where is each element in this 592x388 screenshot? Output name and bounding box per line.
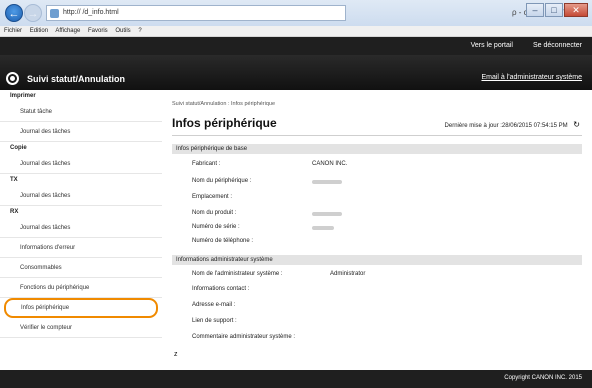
copyright: Copyright CANON INC. 2015 bbox=[504, 375, 582, 381]
serial-number-label: Numéro de série : bbox=[192, 224, 240, 230]
sidebar-item-check-counter[interactable]: Vérifier le compteur bbox=[0, 318, 162, 338]
menu-fichier[interactable]: Fichier bbox=[4, 28, 22, 34]
menu-help[interactable]: ? bbox=[138, 28, 141, 34]
portal-link[interactable]: Vers le portail bbox=[471, 42, 513, 49]
app-title: Suivi statut/Annulation bbox=[6, 72, 125, 85]
page-footer: Copyright CANON INC. 2015 bbox=[0, 370, 592, 388]
forward-icon[interactable]: → bbox=[24, 4, 42, 22]
window-controls: – □ ✕ bbox=[526, 3, 588, 17]
app-title-text: Suivi statut/Annulation bbox=[27, 73, 125, 84]
product-name-redacted bbox=[312, 212, 342, 216]
manufacturer-value: CANON INC. bbox=[312, 161, 348, 167]
manufacturer-label: Fabricant : bbox=[192, 161, 221, 167]
last-update-text: Dernière mise à jour :28/06/2015 07:54:1… bbox=[444, 123, 568, 129]
email-label: Adresse e-mail : bbox=[192, 302, 236, 308]
menu-favoris[interactable]: Favoris bbox=[88, 28, 108, 34]
sidebar-item-device-info[interactable]: Infos périphérique bbox=[4, 298, 158, 318]
contact-info-label: Informations contact : bbox=[192, 286, 250, 292]
browser-menubar: Fichier Edition Affichage Favoris Outils… bbox=[0, 26, 592, 37]
back-icon[interactable]: ← bbox=[5, 4, 23, 22]
close-icon[interactable]: ✕ bbox=[564, 3, 588, 17]
basic-info-header: Infos périphérique de base bbox=[172, 144, 582, 154]
title-divider bbox=[172, 135, 582, 136]
admin-comment-label: Commentaire administrateur système : bbox=[192, 334, 296, 340]
sidebar-item-consumables[interactable]: Consommables bbox=[0, 258, 162, 278]
sidebar-item-statut-tache[interactable]: Statut tâche bbox=[0, 102, 162, 122]
admin-info-header: Informations administrateur système bbox=[172, 255, 582, 265]
device-name-label: Nom du périphérique : bbox=[192, 178, 252, 184]
page-title: Infos périphérique bbox=[172, 116, 277, 130]
admin-name-label: Nom de l'administrateur système : bbox=[192, 271, 283, 277]
sidebar-section-imprimer: Imprimer bbox=[10, 93, 36, 99]
product-name-label: Nom du produit : bbox=[192, 210, 237, 216]
menu-affichage[interactable]: Affichage bbox=[55, 28, 80, 34]
support-link-label: Lien de support : bbox=[192, 318, 237, 324]
admin-name-value: Administrator bbox=[330, 271, 366, 277]
address-bar[interactable]: http:// /d_info.html bbox=[46, 5, 346, 21]
device-name-redacted bbox=[312, 180, 342, 184]
menu-outils[interactable]: Outils bbox=[115, 28, 130, 34]
sidebar-section-rx: RX bbox=[10, 209, 19, 215]
phone-number-label: Numéro de téléphone : bbox=[192, 238, 254, 244]
main-content: Suivi statut/Annulation : Infos périphér… bbox=[162, 90, 592, 370]
sidebar-item-device-functions[interactable]: Fonctions du périphérique bbox=[0, 278, 162, 298]
sidebar-item-rx-journal[interactable]: Journal des tâches bbox=[0, 218, 162, 238]
app-header: Vers le portail Se déconnecter Suivi sta… bbox=[0, 37, 592, 90]
sidebar-item-tx-journal[interactable]: Journal des tâches bbox=[0, 186, 162, 206]
address-text: http:// /d_info.html bbox=[63, 9, 119, 16]
refresh-icon[interactable]: ↻ bbox=[573, 120, 580, 129]
last-update: Dernière mise à jour :28/06/2015 07:54:1… bbox=[445, 120, 580, 129]
serial-number-redacted bbox=[312, 226, 334, 230]
minimize-icon[interactable]: – bbox=[526, 3, 544, 17]
sidebar-item-print-journal[interactable]: Journal des tâches bbox=[0, 122, 162, 142]
sidebar: Imprimer Statut tâche Journal des tâches… bbox=[0, 90, 162, 370]
status-gear-icon bbox=[6, 72, 19, 85]
logout-link[interactable]: Se déconnecter bbox=[533, 42, 582, 49]
browser-titlebar: ← → http:// /d_info.html ρ - c ⌂☆⚙ – □ ✕ bbox=[0, 0, 592, 26]
sidebar-item-copy-journal[interactable]: Journal des tâches bbox=[0, 154, 162, 174]
header-links: Vers le portail Se déconnecter bbox=[453, 42, 582, 49]
page-favicon bbox=[50, 9, 59, 18]
sidebar-item-error-info[interactable]: Informations d'erreur bbox=[0, 238, 162, 258]
maximize-icon[interactable]: □ bbox=[545, 3, 563, 17]
location-label: Emplacement : bbox=[192, 194, 233, 200]
menu-edition[interactable]: Edition bbox=[30, 28, 48, 34]
sidebar-section-tx: TX bbox=[10, 177, 18, 183]
sidebar-section-copie: Copie bbox=[10, 145, 27, 151]
scroll-marker: z bbox=[174, 351, 178, 358]
mail-admin-link[interactable]: Email à l'administrateur système bbox=[481, 74, 582, 81]
breadcrumb: Suivi statut/Annulation : Infos périphér… bbox=[172, 101, 276, 107]
